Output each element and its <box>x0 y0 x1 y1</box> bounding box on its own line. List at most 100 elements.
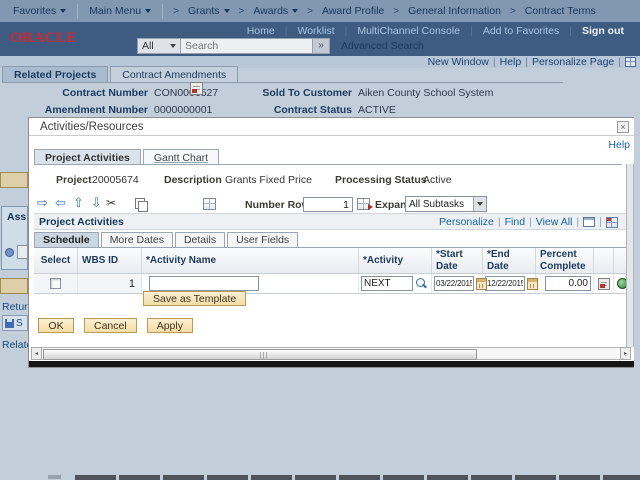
move-up-icon[interactable]: ⇧ <box>73 196 84 209</box>
copy-icon[interactable] <box>135 198 148 212</box>
personalize-link[interactable]: Personalize <box>439 216 494 228</box>
new-window-link[interactable]: New Window <box>424 56 493 68</box>
chevron-down-icon <box>145 9 152 13</box>
breadcrumb-main-menu[interactable]: Main Menu <box>89 5 152 17</box>
column-header-notes <box>594 248 614 273</box>
horizontal-scroll-thumb[interactable] <box>43 348 477 360</box>
download-grid-icon[interactable] <box>605 216 618 228</box>
activities-resources-dialog: Activities/Resources × Help Project Acti… <box>28 117 634 368</box>
close-icon[interactable]: × <box>617 121 629 133</box>
save-as-template-button[interactable]: Save as Template <box>143 291 247 306</box>
row-select-checkbox[interactable] <box>50 278 61 289</box>
start-date-input[interactable] <box>434 276 474 291</box>
activity-notes-icon[interactable] <box>597 277 610 290</box>
ok-button[interactable]: OK <box>38 318 74 333</box>
hidden-button-fragment[interactable] <box>0 172 28 188</box>
save-button-fragment[interactable]: S <box>2 315 28 331</box>
bottom-strip-segments <box>75 475 640 480</box>
activity-lookup-icon[interactable] <box>416 277 427 290</box>
cut-icon[interactable]: ✂ <box>106 196 116 210</box>
advanced-search-link[interactable]: Advanced Search <box>341 40 424 52</box>
hidden-button-fragment[interactable] <box>0 278 28 294</box>
column-header-start-date: *Start Date <box>432 248 483 273</box>
horizontal-scrollbar[interactable]: ◂ ▸ <box>31 347 631 360</box>
percent-complete-input[interactable] <box>545 276 591 291</box>
tab-user-fields[interactable]: User Fields <box>227 232 299 247</box>
end-date-calendar-icon[interactable] <box>527 277 538 290</box>
apply-button[interactable]: Apply <box>146 318 193 333</box>
chevron-down-icon <box>473 197 486 211</box>
move-right-icon[interactable]: ⇨ <box>37 196 48 209</box>
expand-select-value: All Subtasks <box>409 198 465 210</box>
hidden-assign-panel-fragment: Ass <box>1 206 28 270</box>
start-date-calendar-icon[interactable] <box>476 277 487 290</box>
tab-gantt-chart[interactable]: Gantt Chart <box>142 149 220 165</box>
paste-rows-icon[interactable] <box>203 198 216 210</box>
activity-name-input[interactable] <box>149 276 259 291</box>
vertical-scrollbar[interactable] <box>626 164 634 347</box>
search-scope-dropdown[interactable]: All <box>137 38 181 54</box>
multichannel-console-link[interactable]: MultiChannel Console <box>347 25 470 37</box>
contract-number-label: Contract Number <box>62 87 148 99</box>
processing-status-value: Active <box>423 174 452 186</box>
dialog-bottom-band <box>29 361 634 367</box>
breadcrumb-contract-terms[interactable]: Contract Terms <box>525 5 596 17</box>
percent-line1: Percent <box>540 249 577 260</box>
breadcrumb-general-information-label: General Information <box>408 5 501 17</box>
breadcrumb-grants[interactable]: Grants <box>188 5 230 17</box>
help-link[interactable]: Help <box>496 56 526 68</box>
search-input[interactable] <box>181 38 313 54</box>
worklist-link[interactable]: Worklist <box>287 25 344 37</box>
dialog-title: Activities/Resources <box>29 118 634 136</box>
tab-related-projects[interactable]: Related Projects <box>2 66 109 83</box>
end-date-input[interactable] <box>485 276 525 291</box>
breadcrumb-separator: > <box>509 5 516 17</box>
view-all-link[interactable]: View All <box>536 216 573 228</box>
search-go-button[interactable]: » <box>313 38 330 54</box>
contract-status-label: Contract Status <box>273 104 352 116</box>
tab-details[interactable]: Details <box>174 232 226 247</box>
sign-out-link[interactable]: Sign out <box>572 25 634 37</box>
start-date-cell <box>432 274 487 293</box>
tab-schedule[interactable]: Schedule <box>34 232 99 247</box>
save-label-fragment: S <box>16 317 23 329</box>
breadcrumb-award-profile[interactable]: Award Profile <box>322 5 384 17</box>
cancel-button[interactable]: Cancel <box>84 318 137 333</box>
hidden-input-fragment[interactable] <box>17 245 28 259</box>
description-label: Description <box>164 174 222 186</box>
tab-contract-amendments[interactable]: Contract Amendments <box>110 66 239 83</box>
home-link[interactable]: Home <box>237 25 285 37</box>
return-link-fragment[interactable]: Retur <box>2 301 28 313</box>
breadcrumb-awards[interactable]: Awards <box>253 5 299 17</box>
page-tabs: Related Projects Contract Amendments <box>2 66 240 83</box>
scroll-left-icon[interactable]: ◂ <box>31 347 42 360</box>
tab-project-activities[interactable]: Project Activities <box>34 149 141 165</box>
grid-tabs: Schedule More Dates Details User Fields <box>34 232 300 247</box>
breadcrumb-general-information[interactable]: General Information <box>408 5 501 17</box>
breadcrumb-favorites[interactable]: Favorites <box>13 5 67 17</box>
tab-more-dates[interactable]: More Dates <box>100 232 173 247</box>
radio-button[interactable] <box>5 248 14 257</box>
move-left-icon[interactable]: ⇦ <box>55 196 66 209</box>
personalize-page-link[interactable]: Personalize Page <box>528 56 618 68</box>
grid-title-bar: Project Activities Personalize | Find | … <box>34 213 634 230</box>
add-to-favorites-link[interactable]: Add to Favorites <box>473 25 569 37</box>
move-down-icon[interactable]: ⇩ <box>91 196 102 209</box>
column-header-end-date: *End Date <box>483 248 536 273</box>
find-link[interactable]: Find <box>505 216 525 228</box>
breadcrumb-award-profile-label: Award Profile <box>322 5 385 17</box>
horizontal-scroll-track[interactable] <box>42 347 620 360</box>
zoom-grid-icon[interactable] <box>583 217 596 227</box>
dialog-help-link[interactable]: Help <box>608 139 630 151</box>
activity-input[interactable] <box>361 276 413 291</box>
breadcrumb-separator: > <box>393 5 400 17</box>
number-rows-input[interactable] <box>303 197 353 212</box>
chevron-down-icon <box>223 9 230 13</box>
oracle-logo: ORACLE <box>10 30 78 46</box>
personalize-layout-icon[interactable] <box>625 57 636 67</box>
table-row: 1 <box>34 274 634 294</box>
notes-icon[interactable] <box>190 82 203 95</box>
expand-select[interactable]: All Subtasks <box>405 196 487 212</box>
insert-rows-icon[interactable] <box>357 198 373 210</box>
wbs-id-cell: 1 <box>78 274 142 293</box>
